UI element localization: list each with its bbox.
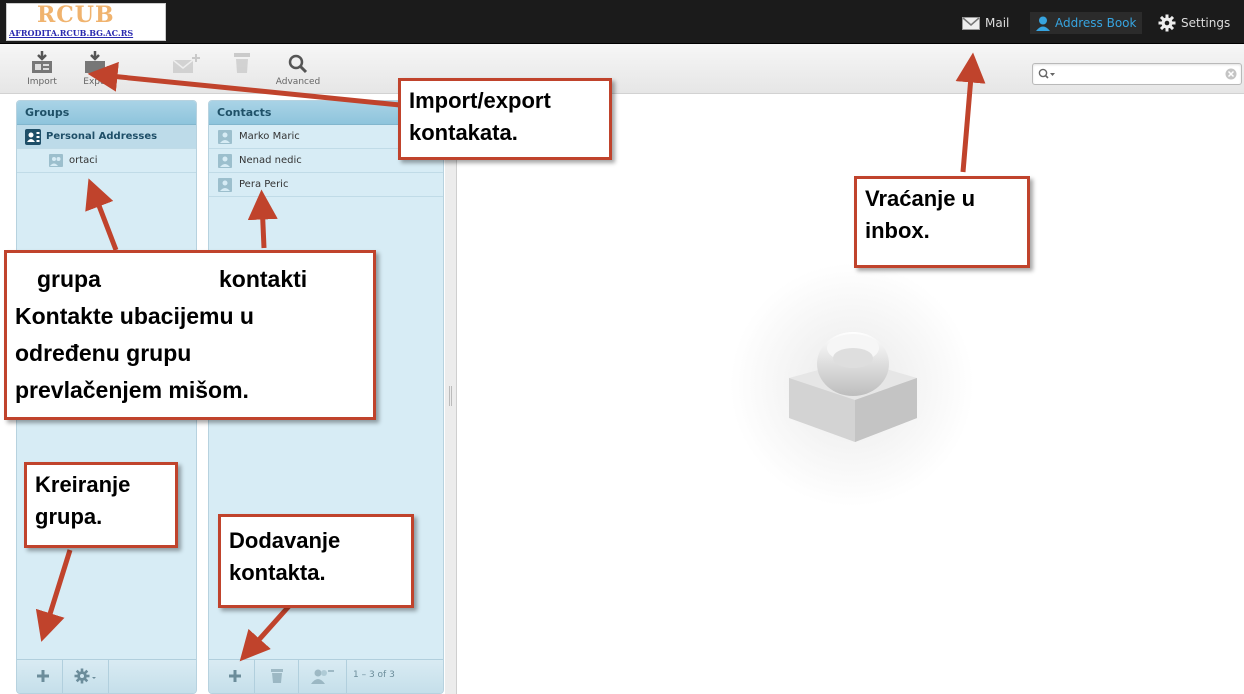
- annotation-text: kontakta.: [229, 560, 326, 585]
- annotation-inbox: Vraćanje u inbox.: [854, 176, 1030, 268]
- annotation-create-groups: Kreiranje grupa.: [24, 462, 178, 548]
- annotation-text: Vraćanje u: [865, 186, 976, 211]
- annotation-text: određenu grupu: [15, 340, 192, 366]
- annotation-text: inbox.: [865, 218, 930, 243]
- annotation-add-contact: Dodavanje kontakta.: [218, 514, 414, 608]
- annotation-import-export: Import/export kontakata.: [398, 78, 612, 160]
- annotation-text: Dodavanje: [229, 528, 341, 553]
- annotation-text: Kreiranje: [35, 472, 131, 497]
- annotation-text: kontakata.: [409, 120, 518, 145]
- annotation-text: Kontakte ubacijemu u: [15, 303, 254, 329]
- annotation-text: Import/export: [409, 88, 551, 113]
- annotation-text: grupa.: [35, 504, 103, 529]
- annotation-text: prevlačenjem mišom.: [15, 377, 249, 403]
- annotation-text: kontakti: [219, 266, 308, 292]
- annotation-text: grupa: [37, 266, 101, 292]
- annotation-groups-contacts: grupa kontakti Kontakte ubacijemu u odre…: [4, 250, 376, 420]
